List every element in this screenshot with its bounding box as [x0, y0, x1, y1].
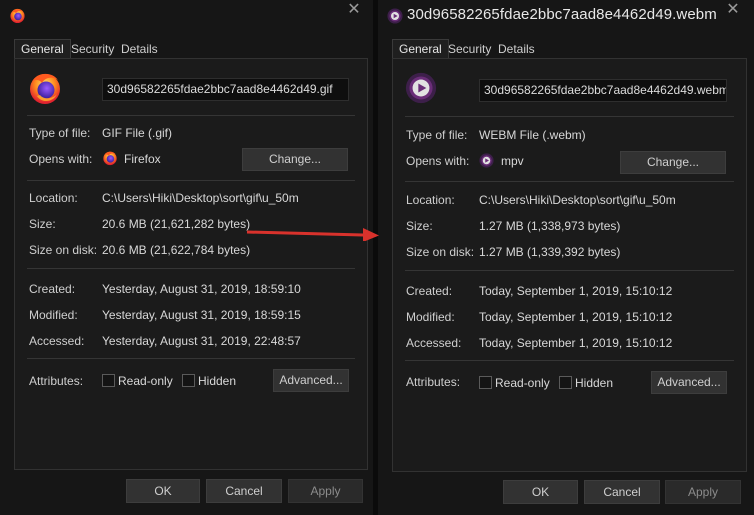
modified-label: Modified: [406, 310, 455, 324]
hidden-label: Hidden [198, 374, 237, 388]
created-label: Created: [406, 284, 453, 298]
created-value: Today, September 1, 2019, 15:10:12 [479, 284, 673, 298]
modified-value: Today, September 1, 2019, 15:10:12 [479, 310, 673, 324]
type-label: Type of file: [406, 128, 468, 142]
general-panel: 30d96582265fdae2bbc7aad8e4462d49.webm Ty… [392, 58, 747, 472]
divider [27, 268, 355, 269]
title-bar: ✕ [0, 0, 373, 32]
accessed-value: Today, September 1, 2019, 15:10:12 [479, 336, 673, 350]
tab-details[interactable]: Details [498, 41, 535, 58]
readonly-label: Read-only [118, 374, 173, 388]
attributes-label: Attributes: [29, 374, 84, 388]
size-on-disk-value: 1.27 MB (1,339,392 bytes) [479, 245, 621, 259]
opens-with-label: Opens with: [406, 154, 470, 168]
opens-with-app: mpv [501, 154, 524, 168]
location-value: C:\Users\Hiki\Desktop\sort\gif\u_50m [479, 193, 676, 207]
firefox-icon [103, 151, 117, 166]
mpv-icon [479, 153, 494, 168]
size-value: 1.27 MB (1,338,973 bytes) [479, 219, 621, 233]
title-bar: 30d96582265fdae2bbc7aad8e4462d49.webm ✕ [378, 0, 754, 32]
advanced-button[interactable]: Advanced... [651, 371, 727, 394]
firefox-icon [10, 8, 25, 24]
modified-value: Yesterday, August 31, 2019, 18:59:15 [102, 308, 301, 322]
size-on-disk-value: 20.6 MB (21,622,784 bytes) [102, 243, 251, 257]
apply-button[interactable]: Apply [665, 480, 741, 504]
type-value: WEBM File (.webm) [479, 128, 586, 142]
created-label: Created: [29, 282, 76, 296]
comparison-arrow [246, 228, 379, 241]
location-label: Location: [406, 193, 455, 207]
advanced-button[interactable]: Advanced... [273, 369, 349, 392]
mpv-icon [405, 72, 437, 104]
tab-general[interactable]: General [392, 39, 449, 60]
tab-general[interactable]: General [14, 39, 71, 60]
tab-details[interactable]: Details [121, 41, 158, 58]
properties-dialog-gif: ✕ General Security Details 30d96582265fd… [0, 0, 373, 515]
attributes-label: Attributes: [406, 375, 461, 389]
modified-label: Modified: [29, 308, 78, 322]
divider [405, 116, 734, 117]
cancel-button[interactable]: Cancel [206, 479, 282, 503]
readonly-checkbox[interactable] [479, 376, 492, 389]
window-title: 30d96582265fdae2bbc7aad8e4462d49.webm [407, 6, 717, 23]
properties-dialog-webm: 30d96582265fdae2bbc7aad8e4462d49.webm ✕ … [378, 0, 754, 515]
ok-button[interactable]: OK [503, 480, 578, 504]
divider [405, 270, 734, 271]
close-button[interactable]: ✕ [346, 2, 362, 18]
firefox-icon [30, 73, 60, 104]
change-button[interactable]: Change... [620, 151, 726, 174]
opens-with-app: Firefox [124, 152, 161, 166]
size-label: Size: [406, 219, 433, 233]
size-value: 20.6 MB (21,621,282 bytes) [102, 217, 251, 231]
location-label: Location: [29, 191, 78, 205]
type-label: Type of file: [29, 126, 91, 140]
created-value: Yesterday, August 31, 2019, 18:59:10 [102, 282, 301, 296]
tab-security[interactable]: Security [448, 41, 491, 58]
type-value: GIF File (.gif) [102, 126, 173, 140]
opens-with-label: Opens with: [29, 152, 93, 166]
close-button[interactable]: ✕ [725, 2, 741, 18]
change-button[interactable]: Change... [242, 148, 348, 171]
cancel-button[interactable]: Cancel [584, 480, 660, 504]
size-label: Size: [29, 217, 56, 231]
accessed-value: Yesterday, August 31, 2019, 22:48:57 [102, 334, 301, 348]
divider [27, 115, 355, 116]
apply-button[interactable]: Apply [288, 479, 363, 503]
dialog-footer: OK Cancel Apply [0, 475, 373, 515]
dialog-footer: OK Cancel Apply [378, 475, 754, 515]
readonly-checkbox[interactable] [102, 374, 115, 387]
divider [405, 181, 734, 182]
divider [405, 360, 734, 361]
ok-button[interactable]: OK [126, 479, 200, 503]
accessed-label: Accessed: [406, 336, 462, 350]
readonly-label: Read-only [495, 376, 550, 390]
general-panel: 30d96582265fdae2bbc7aad8e4462d49.gif Typ… [14, 58, 368, 470]
filename-field[interactable]: 30d96582265fdae2bbc7aad8e4462d49.webm [479, 79, 727, 102]
mpv-icon [387, 8, 403, 24]
size-on-disk-label: Size on disk: [29, 243, 98, 257]
divider [27, 180, 355, 181]
hidden-label: Hidden [575, 376, 614, 390]
hidden-checkbox[interactable] [559, 376, 572, 389]
filename-field[interactable]: 30d96582265fdae2bbc7aad8e4462d49.gif [102, 78, 349, 101]
location-value: C:\Users\Hiki\Desktop\sort\gif\u_50m [102, 191, 299, 205]
divider [27, 358, 355, 359]
tab-security[interactable]: Security [71, 41, 114, 58]
hidden-checkbox[interactable] [182, 374, 195, 387]
accessed-label: Accessed: [29, 334, 85, 348]
size-on-disk-label: Size on disk: [406, 245, 475, 259]
